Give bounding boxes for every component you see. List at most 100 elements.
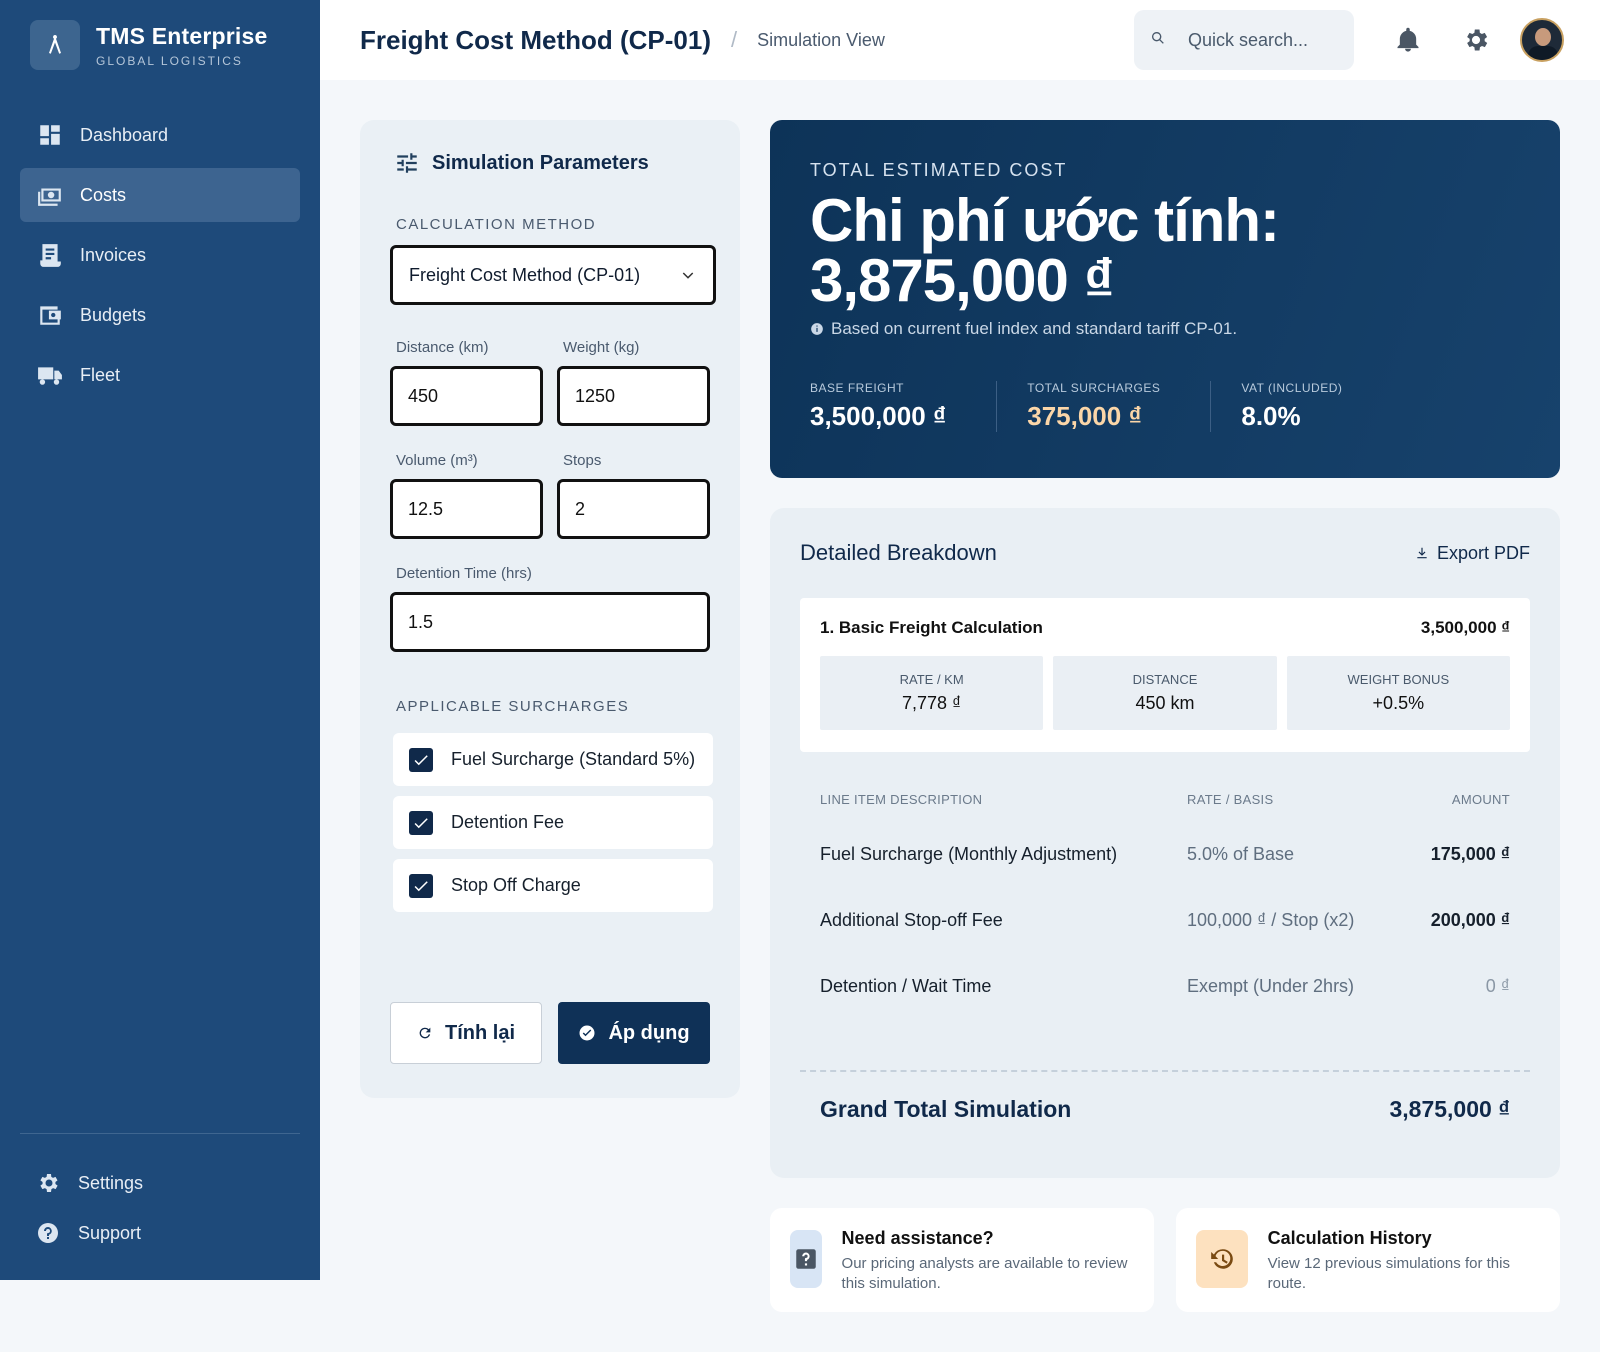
cell-label: WEIGHT BONUS [1347, 672, 1450, 687]
weight-label: Weight (kg) [563, 339, 640, 356]
apply-label: Áp dụng [608, 1021, 690, 1044]
stops-input[interactable] [557, 479, 710, 539]
grand-total-value: 3,875,000 ₫ [1389, 1096, 1510, 1122]
total-label: TOTAL ESTIMATED COST [810, 160, 1068, 180]
surcharge-label: Stop Off Charge [451, 875, 581, 895]
checkbox-checked[interactable] [409, 810, 433, 835]
row-description: Detention / Wait Time [820, 975, 992, 996]
brand-title: TMS Enterprise [96, 22, 268, 49]
surcharge-stop-off-option[interactable]: Stop Off Charge [393, 859, 713, 912]
sidebar-item-invoices[interactable]: Invoices [20, 228, 300, 282]
weight-input[interactable] [557, 366, 710, 426]
assistance-card[interactable]: Need assistance? Our pricing analysts ar… [770, 1208, 1154, 1312]
notification-bell-icon[interactable] [1392, 24, 1424, 56]
wallet-icon [36, 301, 64, 329]
history-title: Calculation History [1267, 1228, 1432, 1248]
sidebar-item-budgets[interactable]: Budgets [20, 288, 300, 342]
stat-value: 8.0% [1241, 401, 1301, 431]
checkbox-checked[interactable] [409, 873, 433, 898]
column-header-rate: RATE / BASIS [1187, 792, 1274, 807]
row-description: Fuel Surcharge (Monthly Adjustment) [820, 843, 1118, 864]
sidebar-item-costs[interactable]: Costs [20, 168, 300, 222]
breadcrumb-current[interactable]: Simulation View [757, 30, 885, 51]
basic-cell-distance: DISTANCE 450 km [1053, 656, 1277, 730]
check-icon [414, 754, 428, 765]
page-title: Freight Cost Method (CP-01) [360, 24, 711, 55]
surcharges-label: APPLICABLE SURCHARGES [396, 698, 630, 715]
sidebar-item-label: Costs [80, 184, 127, 205]
sidebar-divider [20, 1133, 300, 1134]
cell-value: +0.5% [1372, 693, 1425, 713]
sidebar-item-label: Invoices [80, 244, 147, 265]
line-items-table: LINE ITEM DESCRIPTION RATE / BASIS AMOUN… [800, 792, 1530, 1019]
brand-subtitle: GLOBAL LOGISTICS [96, 53, 243, 68]
question-icon [790, 1230, 822, 1288]
stat-label: VAT (INCLUDED) [1241, 381, 1343, 395]
sidebar-item-fleet[interactable]: Fleet [20, 348, 300, 402]
apply-button[interactable]: Áp dụng [558, 1002, 710, 1064]
user-avatar[interactable] [1520, 18, 1564, 62]
basic-cell-rate: RATE / KM 7,778 ₫ [820, 656, 1044, 730]
download-icon [1417, 547, 1427, 559]
volume-input[interactable] [390, 479, 543, 539]
detailed-breakdown-panel: Detailed Breakdown Export PDF 1. Basic F… [770, 508, 1560, 1178]
sidebar-item-label: Support [78, 1222, 142, 1243]
sidebar-item-label: Settings [78, 1172, 144, 1193]
search-box[interactable] [1134, 10, 1354, 70]
row-amount: 200,000 ₫ [1430, 909, 1510, 930]
gear-icon [34, 1169, 62, 1197]
table-row: Detention / Wait Time Exempt (Under 2hrs… [820, 953, 1510, 1019]
truck-icon [36, 361, 64, 389]
refresh-icon [419, 1027, 431, 1039]
stat-base-freight: BASE FREIGHT 3,500,000 ₫ [810, 381, 998, 432]
calculation-method-select[interactable]: Freight Cost Method (CP-01) [390, 245, 716, 305]
cell-label: DISTANCE [1132, 672, 1198, 687]
tune-icon [397, 153, 417, 173]
surcharge-fuel-option[interactable]: Fuel Surcharge (Standard 5%) [393, 733, 713, 786]
top-header: Freight Cost Method (CP-01) / Simulation… [320, 0, 1600, 80]
export-pdf-button[interactable]: Export PDF [1415, 543, 1530, 564]
brand[interactable]: TMS Enterprise GLOBAL LOGISTICS [0, 0, 320, 90]
row-amount: 0 ₫ [1485, 975, 1510, 996]
surcharge-detention-option[interactable]: Detention Fee [393, 796, 713, 849]
payments-icon [36, 181, 64, 209]
row-rate: 100,000 ₫ / Stop (x2) [1187, 909, 1355, 930]
row-amount: 175,000 ₫ [1430, 843, 1510, 864]
sidebar-nav: Dashboard Costs Invoices Budgets Fleet [0, 108, 320, 402]
sidebar-item-label: Fleet [80, 364, 121, 385]
gear-icon[interactable] [1460, 24, 1492, 56]
cell-value: 450 km [1135, 693, 1195, 713]
sidebar-bottom: Settings Support [20, 1160, 300, 1260]
sidebar-item-label: Dashboard [80, 124, 169, 145]
sidebar-item-support[interactable]: Support [20, 1210, 300, 1256]
receipt-icon [36, 241, 64, 269]
table-row: Fuel Surcharge (Monthly Adjustment) 5.0%… [820, 821, 1510, 887]
calculation-history-card[interactable]: Calculation History View 12 previous sim… [1176, 1208, 1560, 1312]
search-input[interactable] [1188, 29, 1338, 51]
check-icon [414, 817, 428, 828]
params-title: Simulation Parameters [432, 151, 649, 174]
chevron-down-icon [682, 272, 694, 279]
sidebar-item-dashboard[interactable]: Dashboard [20, 108, 300, 162]
basic-freight-title: 1. Basic Freight Calculation [820, 618, 1043, 637]
history-icon [1196, 1230, 1248, 1288]
stops-label: Stops [563, 452, 602, 469]
checkbox-checked[interactable] [409, 747, 433, 772]
recalculate-button[interactable]: Tính lại [390, 1002, 542, 1064]
sidebar-item-settings[interactable]: Settings [20, 1160, 300, 1206]
distance-input[interactable] [390, 366, 543, 426]
table-header: LINE ITEM DESCRIPTION RATE / BASIS AMOUN… [820, 792, 1510, 807]
detention-time-input[interactable] [390, 592, 710, 652]
column-header-description: LINE ITEM DESCRIPTION [820, 792, 983, 807]
total-note-text: Based on current fuel index and standard… [831, 319, 1238, 338]
help-icon [34, 1219, 62, 1247]
grand-total-label: Grand Total Simulation [820, 1096, 1072, 1122]
check-circle-icon [579, 1025, 595, 1041]
total-headline-amount: 3,875,000 ₫ [810, 247, 1114, 314]
recalculate-label: Tính lại [445, 1021, 515, 1044]
basic-freight-card: 1. Basic Freight Calculation 3,500,000 ₫… [800, 598, 1530, 752]
total-estimated-cost-card: TOTAL ESTIMATED COST Chi phí ước tính: 3… [770, 120, 1560, 478]
breakdown-title: Detailed Breakdown [800, 540, 997, 565]
cell-label: RATE / KM [899, 672, 964, 687]
simulation-parameters-panel: Simulation Parameters CALCULATION METHOD… [360, 120, 740, 1098]
